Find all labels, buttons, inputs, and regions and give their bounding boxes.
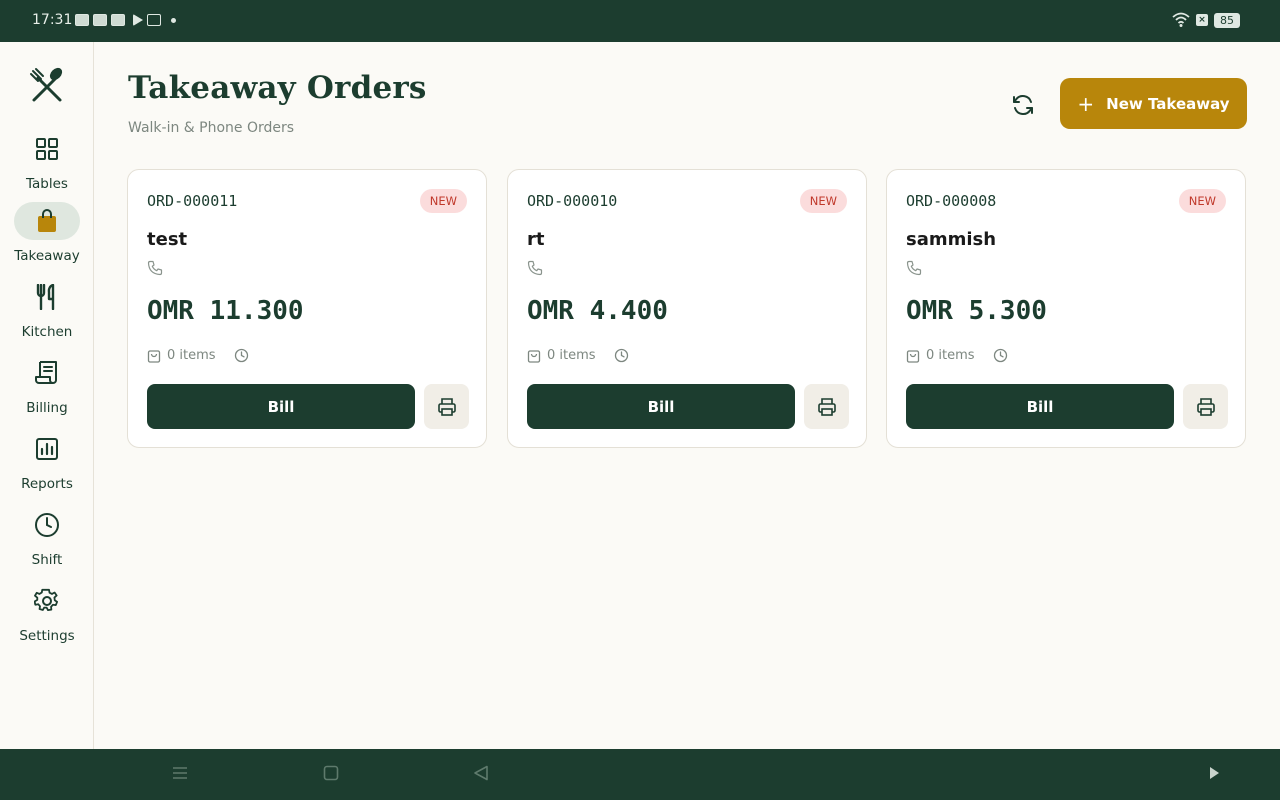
sidebar: Tables Takeaway Kitchen Billing Reports … bbox=[0, 42, 94, 749]
refresh-button[interactable] bbox=[1004, 86, 1042, 124]
phone-icon bbox=[527, 260, 543, 276]
order-amount: OMR 5.300 bbox=[906, 296, 1047, 326]
status-bar: 17:31 × 85 bbox=[0, 0, 1280, 42]
bag-icon bbox=[147, 349, 161, 363]
clock-icon bbox=[614, 348, 628, 363]
system-navigation-bar bbox=[0, 749, 1280, 800]
receipt-icon bbox=[35, 361, 57, 384]
order-amount: OMR 11.300 bbox=[147, 296, 304, 326]
utensils-icon bbox=[36, 284, 55, 310]
home-icon[interactable] bbox=[323, 765, 339, 781]
item-count: 0 items bbox=[547, 348, 596, 363]
order-id: ORD-000011 bbox=[147, 192, 238, 210]
clock-icon bbox=[234, 348, 248, 363]
bill-button[interactable]: Bill bbox=[527, 384, 795, 429]
notification-icons bbox=[75, 14, 176, 26]
notification-icon bbox=[75, 14, 89, 26]
sidebar-item-kitchen[interactable]: Kitchen bbox=[0, 278, 94, 348]
order-meta: 0 items bbox=[527, 348, 629, 363]
sidebar-item-label: Takeaway bbox=[14, 248, 80, 264]
customer-name: test bbox=[147, 229, 188, 250]
sidebar-item-tables[interactable]: Tables bbox=[0, 130, 94, 200]
sidebar-item-label: Reports bbox=[21, 476, 73, 492]
order-amount: OMR 4.400 bbox=[527, 296, 668, 326]
shopping-bag-icon bbox=[38, 209, 56, 232]
bill-button[interactable]: Bill bbox=[147, 384, 415, 429]
status-time: 17:31 bbox=[32, 12, 73, 28]
order-meta: 0 items bbox=[147, 348, 249, 363]
print-button[interactable] bbox=[804, 384, 849, 429]
sidebar-item-label: Tables bbox=[26, 176, 68, 192]
bill-button[interactable]: Bill bbox=[906, 384, 1174, 429]
sidebar-item-billing[interactable]: Billing bbox=[0, 354, 94, 424]
status-badge: NEW bbox=[419, 189, 467, 213]
phone-icon bbox=[906, 260, 922, 276]
bar-chart-icon bbox=[36, 438, 58, 460]
battery-icon: 85 bbox=[1214, 12, 1240, 28]
order-id: ORD-000010 bbox=[527, 192, 618, 210]
order-card: ORD-000008 NEW sammish OMR 5.300 0 items… bbox=[886, 169, 1246, 448]
item-count: 0 items bbox=[167, 348, 216, 363]
item-count: 0 items bbox=[926, 348, 975, 363]
printer-icon bbox=[817, 397, 836, 416]
grid-icon bbox=[36, 138, 58, 160]
recents-menu-icon[interactable] bbox=[172, 765, 188, 781]
status-badge: NEW bbox=[799, 189, 847, 213]
sidebar-item-label: Billing bbox=[26, 400, 68, 416]
clock-icon bbox=[993, 348, 1007, 363]
new-takeaway-label: New Takeaway bbox=[1106, 94, 1230, 113]
print-button[interactable] bbox=[424, 384, 469, 429]
status-badge: NEW bbox=[1178, 189, 1226, 213]
sidebar-item-label: Settings bbox=[19, 628, 75, 644]
order-meta: 0 items bbox=[906, 348, 1008, 363]
keyboard-toggle-icon[interactable] bbox=[1206, 765, 1222, 781]
sidebar-item-settings[interactable]: Settings bbox=[0, 582, 94, 652]
system-icons: × 85 bbox=[1172, 12, 1240, 28]
page-title: Takeaway Orders bbox=[128, 70, 427, 106]
sidebar-item-label: Shift bbox=[31, 552, 63, 568]
new-takeaway-button[interactable]: + New Takeaway bbox=[1060, 78, 1247, 129]
close-notification-icon: × bbox=[1196, 14, 1208, 26]
play-store-icon bbox=[133, 14, 143, 26]
clock-icon bbox=[35, 513, 59, 537]
customer-name: rt bbox=[527, 229, 545, 250]
wifi-icon bbox=[1172, 12, 1190, 27]
notification-icon bbox=[93, 14, 107, 26]
plus-icon: + bbox=[1077, 91, 1095, 116]
customer-name: sammish bbox=[906, 229, 997, 250]
printer-icon bbox=[437, 397, 456, 416]
refresh-icon bbox=[1013, 95, 1033, 115]
sidebar-item-takeaway[interactable]: Takeaway bbox=[0, 202, 94, 272]
more-notifications-dot bbox=[171, 17, 176, 23]
bag-icon bbox=[906, 349, 920, 363]
sidebar-item-label: Kitchen bbox=[21, 324, 73, 340]
restaurant-logo-icon bbox=[30, 67, 63, 102]
calendar-icon bbox=[147, 14, 161, 26]
gear-icon bbox=[34, 588, 59, 612]
phone-icon bbox=[147, 260, 163, 276]
page-subtitle: Walk-in & Phone Orders bbox=[128, 120, 295, 136]
order-id: ORD-000008 bbox=[906, 192, 997, 210]
back-icon[interactable] bbox=[473, 765, 489, 781]
printer-icon bbox=[1196, 397, 1215, 416]
notification-icon bbox=[111, 14, 125, 26]
print-button[interactable] bbox=[1183, 384, 1228, 429]
order-card: ORD-000010 NEW rt OMR 4.400 0 items Bill bbox=[507, 169, 867, 448]
sidebar-item-shift[interactable]: Shift bbox=[0, 506, 94, 576]
sidebar-item-reports[interactable]: Reports bbox=[0, 430, 94, 500]
order-card: ORD-000011 NEW test OMR 11.300 0 items B… bbox=[127, 169, 487, 448]
bag-icon bbox=[527, 349, 541, 363]
